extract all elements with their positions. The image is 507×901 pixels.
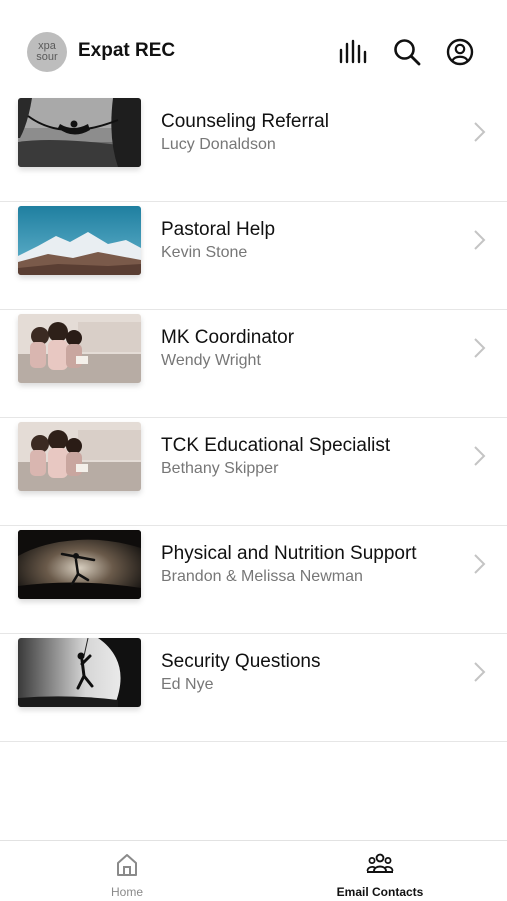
contact-name: Kevin Stone xyxy=(161,244,248,261)
chevron-right-icon xyxy=(472,229,488,251)
contact-title: Pastoral Help xyxy=(161,219,276,240)
chevron-right-icon xyxy=(472,661,488,683)
tab-email-contacts-label: Email Contacts xyxy=(336,885,424,899)
contact-row-pastoral[interactable]: Pastoral Help Kevin Stone xyxy=(0,202,507,310)
contact-row-security[interactable]: Security Questions Ed Nye xyxy=(0,634,507,742)
app-title: Expat REC xyxy=(78,40,176,61)
logo-text-line2: sour xyxy=(36,51,58,63)
chevron-right-icon xyxy=(472,337,488,359)
chevron-right-icon xyxy=(472,121,488,143)
people-group-icon xyxy=(366,851,394,877)
chevron-right-icon xyxy=(472,553,488,575)
bar-chart-icon[interactable] xyxy=(337,36,369,68)
contact-title: Security Questions xyxy=(161,651,321,672)
children-reading-photo xyxy=(18,422,141,491)
contact-row-tck-specialist[interactable]: TCK Educational Specialist Bethany Skipp… xyxy=(0,418,507,526)
mountains-photo xyxy=(18,206,141,275)
tab-home[interactable]: Home xyxy=(47,841,207,901)
app-logo[interactable]: xpa sour xyxy=(27,32,67,72)
home-icon xyxy=(113,851,141,877)
search-icon[interactable] xyxy=(391,36,423,68)
contact-name: Bethany Skipper xyxy=(161,460,279,477)
children-reading-photo xyxy=(18,314,141,383)
contact-title: MK Coordinator xyxy=(161,327,295,348)
contact-title: Counseling Referral xyxy=(161,111,329,132)
tab-home-label: Home xyxy=(110,885,143,899)
chevron-right-icon xyxy=(472,445,488,467)
tab-email-contacts[interactable]: Email Contacts xyxy=(300,841,460,901)
user-circle-icon[interactable] xyxy=(444,36,476,68)
contacts-list: Counseling Referral Lucy Donaldson Pasto… xyxy=(0,94,507,742)
contact-name: Lucy Donaldson xyxy=(161,136,276,153)
contact-name: Ed Nye xyxy=(161,676,214,693)
contact-name: Brandon & Melissa Newman xyxy=(161,568,363,585)
contact-name: Wendy Wright xyxy=(161,352,261,369)
contact-row-counseling[interactable]: Counseling Referral Lucy Donaldson xyxy=(0,94,507,202)
contact-row-mk-coordinator[interactable]: MK Coordinator Wendy Wright xyxy=(0,310,507,418)
bottom-tab-bar: Home Email Contacts xyxy=(0,840,507,901)
yoga-silhouette-photo xyxy=(18,530,141,599)
hammock-photo xyxy=(18,98,141,167)
app-header: xpa sour Expat REC xyxy=(0,0,507,96)
climber-silhouette-photo xyxy=(18,638,141,707)
contact-title: Physical and Nutrition Support xyxy=(161,543,417,564)
contact-title: TCK Educational Specialist xyxy=(161,435,391,456)
contact-row-physical-nutrition[interactable]: Physical and Nutrition Support Brandon &… xyxy=(0,526,507,634)
